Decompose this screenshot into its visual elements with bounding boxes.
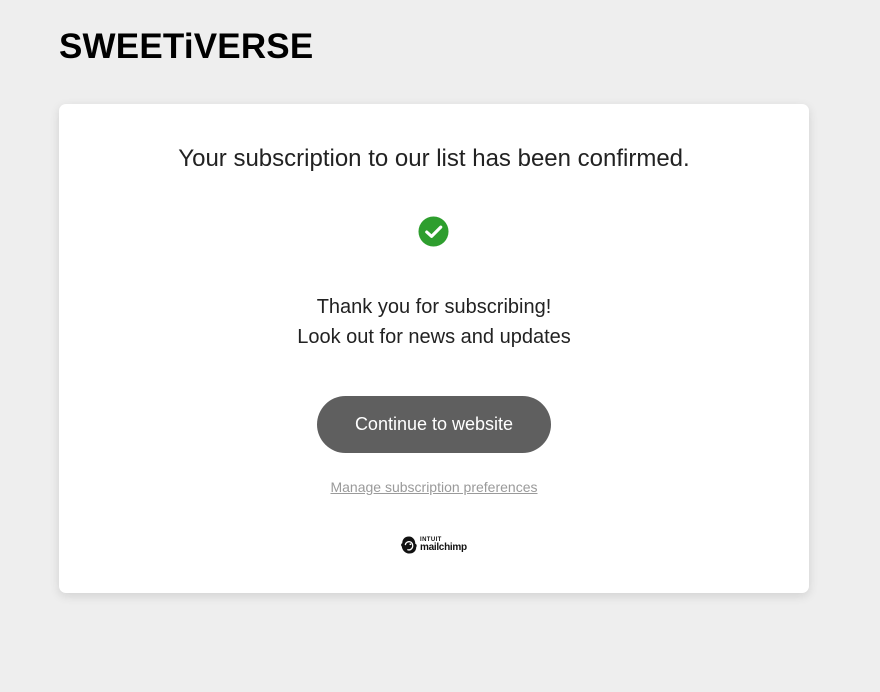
logo-bottom-text: mailchimp [420,542,467,553]
continue-to-website-button[interactable]: Continue to website [317,396,551,453]
manage-preferences-link-text[interactable]: Manage subscription preferences [330,479,537,495]
thank-you-message: Thank you for subscribing! Look out for … [59,292,809,352]
mailchimp-logo: INTUIT mailchimp [400,534,467,556]
check-circle-icon [418,216,449,247]
message-line-2: Look out for news and updates [297,326,571,348]
message-line-1: Thank you for subscribing! [316,296,552,318]
mailchimp-wordmark: INTUIT mailchimp [420,537,467,553]
freddie-icon [401,536,417,554]
confirmation-card: Your subscription to our list has been c… [59,104,809,593]
confirmation-headline: Your subscription to our list has been c… [178,145,690,172]
manage-preferences-link: Manage subscription preferences [59,479,809,495]
brand-title: SWEETiVERSE [59,27,314,66]
